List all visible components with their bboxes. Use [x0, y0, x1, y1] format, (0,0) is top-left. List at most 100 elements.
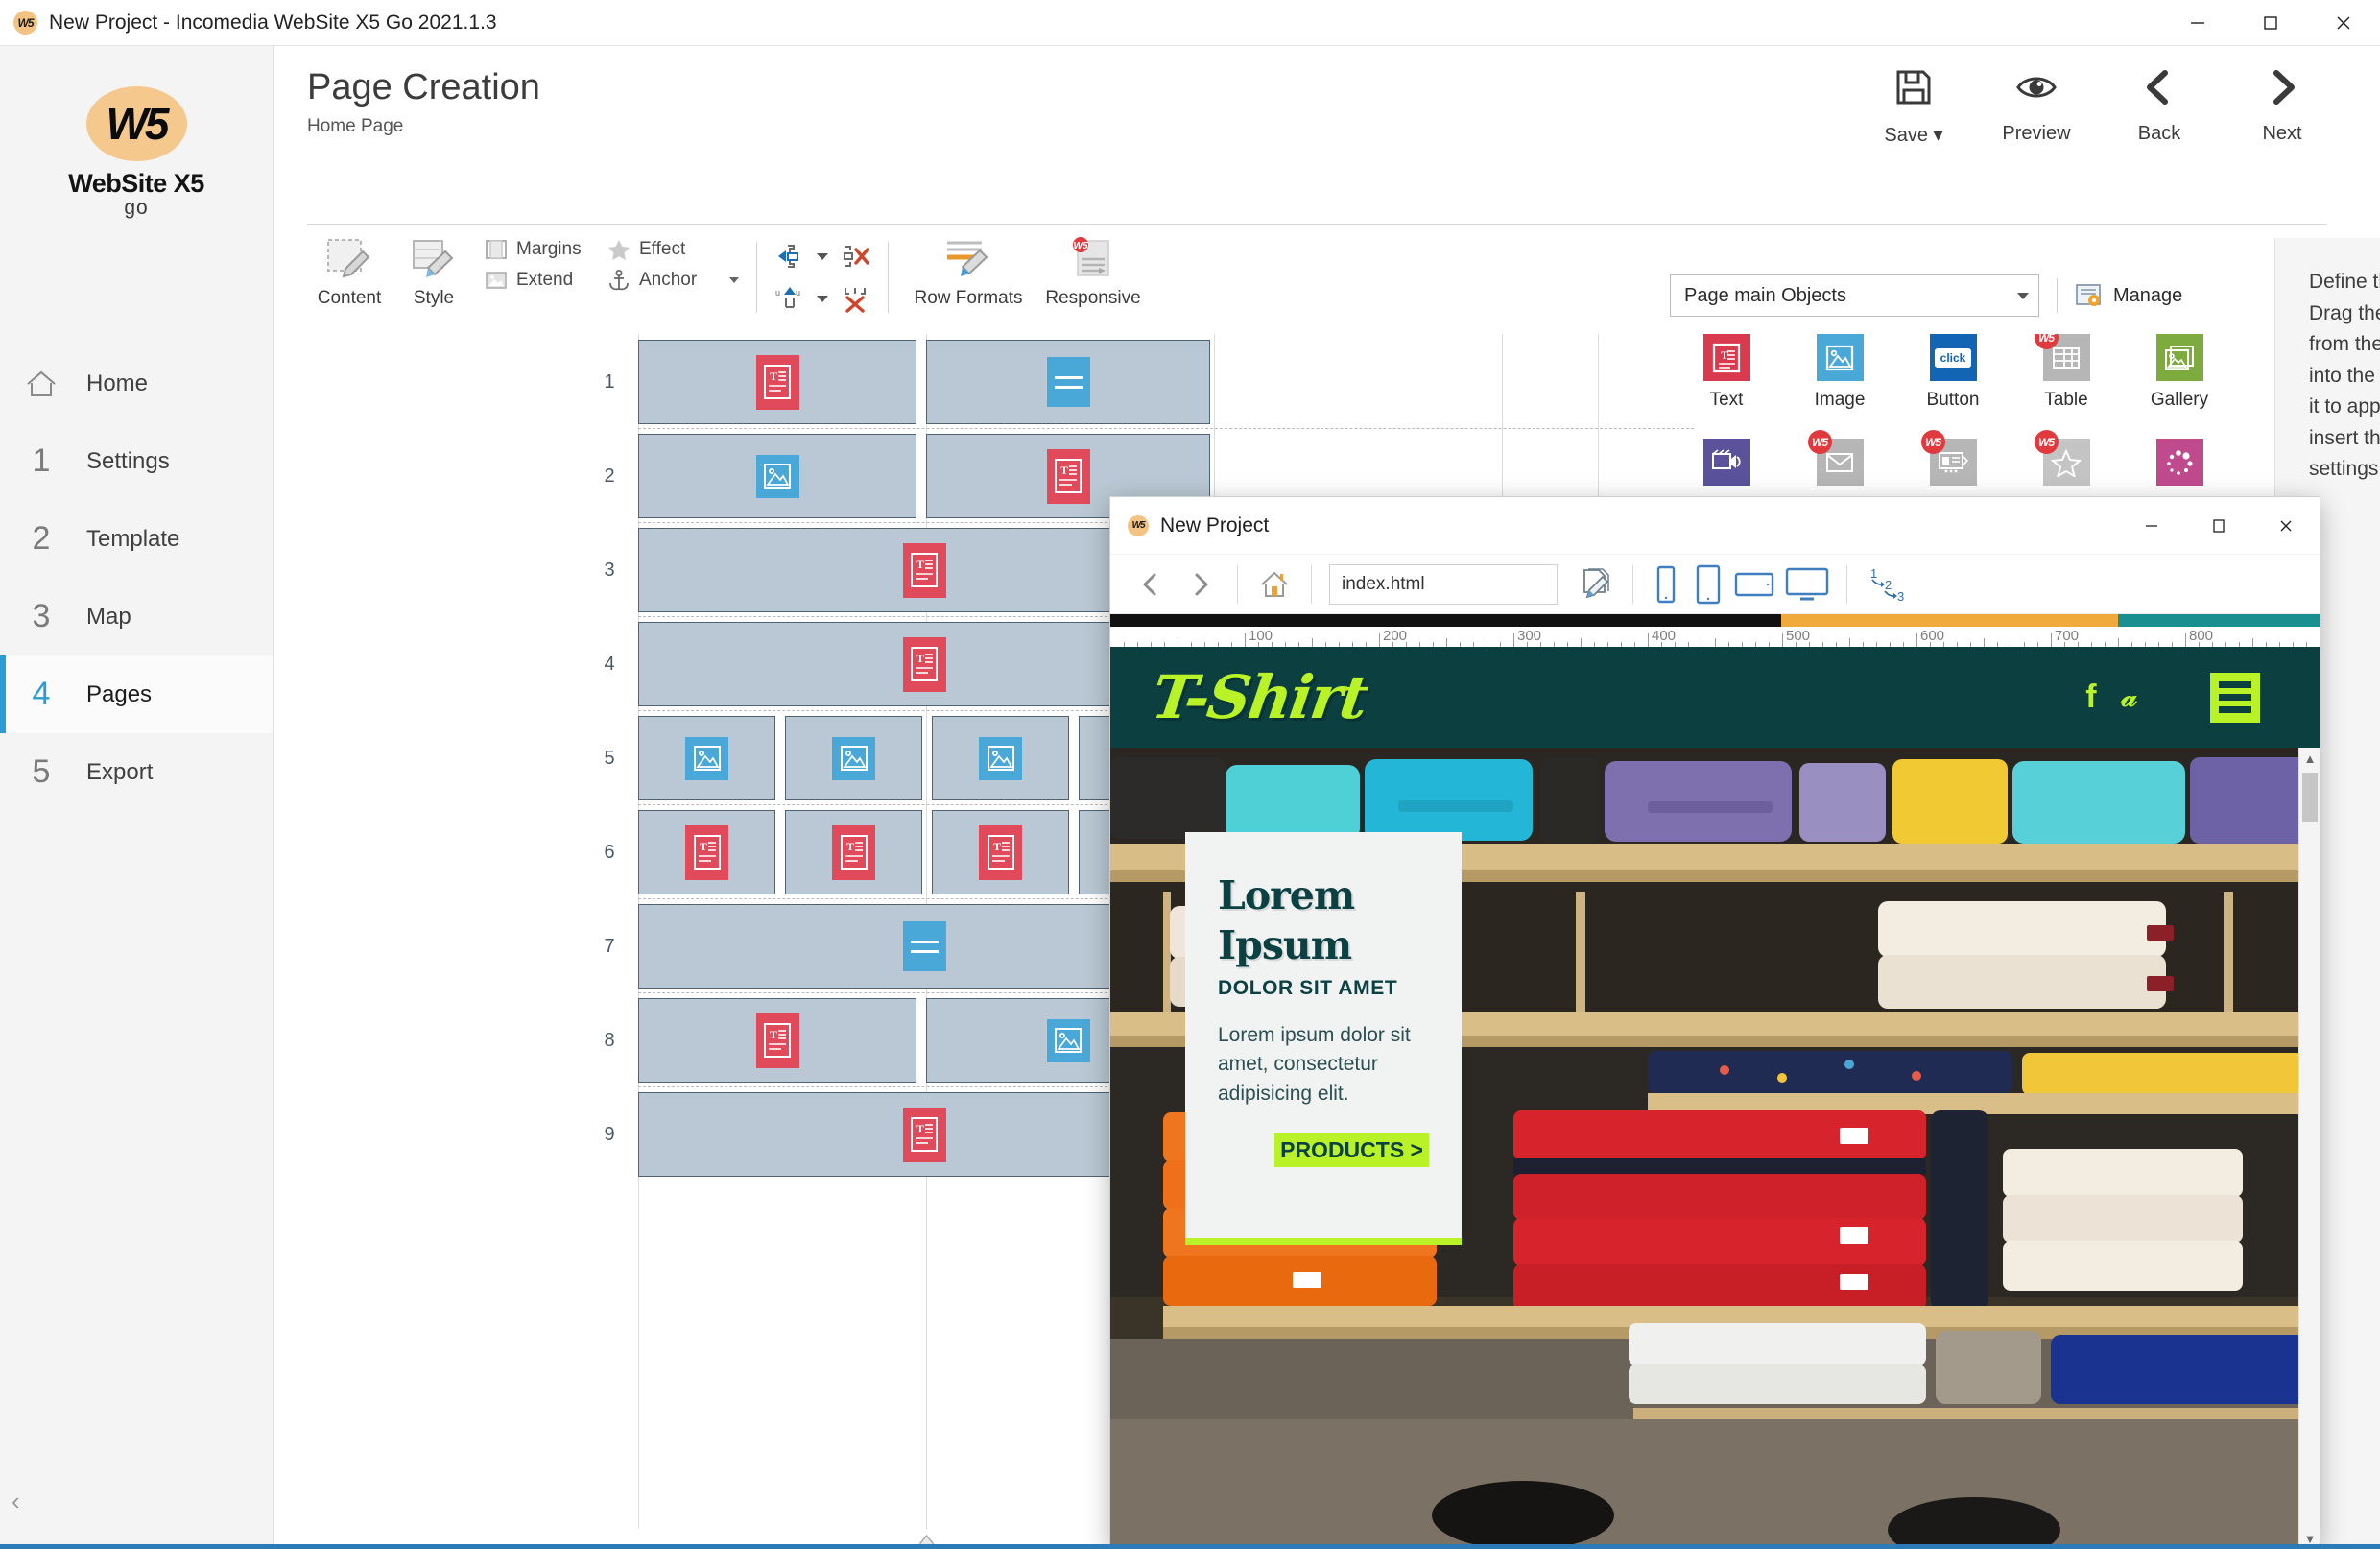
valign-dropdown-caret-icon[interactable]	[817, 295, 828, 302]
grid-cell[interactable]: T	[785, 810, 922, 894]
responsive-icon: W5	[1073, 237, 1109, 276]
sidebar-item-label: Map	[86, 603, 131, 630]
resolutions-button[interactable]: 1 2 3	[1859, 561, 1915, 608]
manage-button[interactable]: Manage	[2075, 282, 2182, 309]
preview-back-button[interactable]	[1126, 560, 1176, 609]
window-title: New Project - Incomedia WebSite X5 Go 20…	[49, 11, 497, 34]
preview-close-button[interactable]	[2252, 497, 2320, 555]
manage-label: Manage	[2113, 284, 2183, 306]
save-label: Save ▾	[1884, 125, 1943, 146]
sidebar-item-template[interactable]: 2 Template	[0, 500, 273, 578]
content-button[interactable]: Content	[307, 236, 392, 309]
ruler-tick	[2185, 633, 2186, 647]
sidebar-item-map[interactable]: 3 Map	[0, 578, 273, 655]
minimize-button[interactable]	[2161, 0, 2234, 46]
grid-cell[interactable]: T	[638, 810, 775, 894]
margins-button[interactable]: Margins	[484, 238, 597, 261]
grid-cell[interactable]	[638, 716, 775, 800]
svg-text:3: 3	[1897, 589, 1904, 604]
promo-body: Lorem ipsum dolor sit amet, consectetur …	[1218, 1023, 1411, 1105]
sidebar-item-settings[interactable]: 1 Settings	[0, 422, 273, 500]
next-label: Next	[2262, 123, 2302, 144]
sidebar-item-home[interactable]: Home	[0, 345, 273, 422]
preview-window-controls	[2118, 497, 2320, 555]
device-desktop-button[interactable]	[1779, 561, 1835, 608]
grid-cell[interactable]: T	[932, 810, 1069, 894]
scrollbar-thumb[interactable]	[2302, 773, 2318, 822]
next-button[interactable]: Next	[2221, 65, 2344, 147]
preview-scrollbar[interactable]: ▲ ▼	[2298, 748, 2320, 1549]
preview-toolbar: index.html 1 2 3	[1110, 555, 2320, 614]
extend-button[interactable]: Extend	[484, 269, 597, 292]
svg-text:u: u	[775, 288, 780, 298]
grid-cell[interactable]	[638, 434, 916, 518]
grid-cell[interactable]: T	[638, 998, 916, 1083]
row-formats-button[interactable]: Row Formats	[906, 236, 1031, 309]
text-cell-icon: T	[1046, 448, 1090, 504]
url-input[interactable]: index.html	[1329, 563, 1558, 605]
scroll-up-arrow-icon[interactable]: ▲	[2299, 748, 2320, 769]
star-icon	[608, 240, 630, 260]
products-link[interactable]: PRODUCTS >	[1274, 1133, 1429, 1168]
align-dropdown-caret-icon[interactable]	[817, 252, 828, 260]
row-formats-label: Row Formats	[914, 288, 1023, 308]
objects-category-select[interactable]: Page main Objects	[1670, 274, 2039, 317]
site-header: T-Shirt f 𝒶	[1110, 647, 2320, 748]
chevron-right-icon	[2273, 70, 2295, 105]
ruler-tick	[2252, 638, 2253, 647]
close-button[interactable]	[2307, 0, 2380, 46]
preview-button[interactable]: Preview	[1975, 65, 2098, 147]
text-cell-icon: T	[902, 1107, 946, 1162]
style-button[interactable]: Style	[392, 236, 476, 309]
sidebar-item-number: 4	[32, 676, 51, 712]
image-cell-icon	[1046, 1018, 1090, 1062]
edit-page-icon	[1583, 567, 1609, 598]
style-icon	[413, 240, 454, 277]
grid-cell[interactable]	[785, 716, 922, 800]
effect-button[interactable]: Effect	[607, 238, 720, 261]
sidebar-item-export[interactable]: 5 Export	[0, 733, 273, 811]
preview-maximize-button[interactable]	[2185, 497, 2252, 555]
save-button[interactable]: Save ▾	[1852, 65, 1975, 147]
grid-cell[interactable]: T	[638, 340, 916, 424]
chevron-right-icon	[1195, 573, 1208, 595]
maximize-button[interactable]	[2234, 0, 2307, 46]
anchor-button[interactable]: Anchor	[607, 269, 720, 292]
logo-name: WebSite X5	[68, 169, 204, 198]
grid-cell[interactable]	[932, 716, 1069, 800]
anchor-icon	[609, 270, 629, 291]
responsive-label: Responsive	[1045, 288, 1141, 308]
grid-row[interactable]: 1T	[581, 340, 1210, 424]
tablet-portrait-icon	[1696, 564, 1721, 604]
device-smartphone-portrait-button[interactable]	[1645, 561, 1687, 608]
delete-row-icon[interactable]	[840, 284, 870, 313]
device-tablet-landscape-button[interactable]	[1729, 561, 1779, 608]
hamburger-icon[interactable]	[2210, 672, 2260, 723]
content-label: Content	[317, 288, 382, 308]
back-button[interactable]: Back	[2098, 65, 2221, 147]
device-tablet-portrait-button[interactable]	[1687, 561, 1729, 608]
text-cell-icon: T	[755, 354, 799, 410]
preview-forward-button[interactable]	[1176, 560, 1226, 609]
title-bar: W5 New Project - Incomedia WebSite X5 Go…	[0, 0, 2380, 46]
responsive-button[interactable]: W5 Responsive	[1031, 236, 1155, 309]
sidebar-item-label: Export	[86, 758, 154, 785]
align-top-icon[interactable]: u u	[774, 284, 805, 313]
edit-page-button[interactable]	[1571, 560, 1621, 609]
sidebar-item-pages[interactable]: 4 Pages	[0, 655, 273, 733]
delete-column-icon[interactable]	[840, 242, 870, 271]
anchor-dropdown-caret-icon[interactable]	[729, 277, 739, 283]
desktop-icon	[1785, 567, 1829, 600]
sidebar-item-label: Pages	[86, 680, 153, 707]
grid-cell[interactable]	[926, 340, 1210, 424]
logo-mark: W5	[106, 99, 170, 149]
image-cell-icon	[755, 454, 799, 498]
sidebar-collapse-button[interactable]: ‹	[12, 1487, 20, 1516]
align-left-icon[interactable]	[774, 242, 805, 271]
facebook-icon[interactable]: f	[2085, 679, 2096, 716]
preview-title-bar: W5 New Project	[1110, 497, 2320, 555]
preview-minimize-button[interactable]	[2118, 497, 2185, 555]
twitter-icon[interactable]: 𝒶	[2122, 681, 2137, 714]
preview-home-button[interactable]	[1250, 560, 1299, 609]
grid-row-number: 4	[604, 653, 615, 675]
